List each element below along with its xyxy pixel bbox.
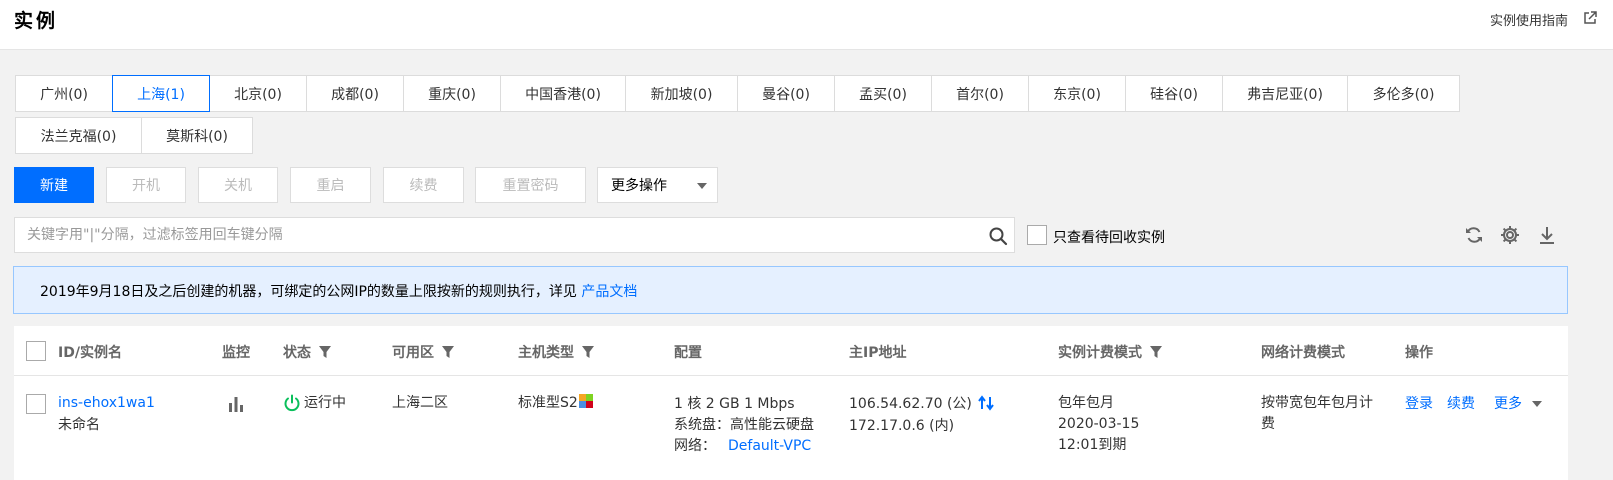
instance-name: 未命名 [58,417,100,433]
recycle-filter-label: 只查看待回收实例 [1053,230,1165,246]
col-zone: 可用区 [392,342,454,362]
col-id: ID/实例名 [58,345,122,361]
region-tab-seoul[interactable]: 首尔(0) [931,75,1029,112]
col-status: 状态 [283,342,331,362]
start-button[interactable]: 开机 [106,167,186,203]
public-ip-text: 106.54.62.70 (公) [849,396,972,412]
instance-table: ID/实例名 监控 状态 可用区 主机类型 配置 主IP地址 实例计费模式 网络… [14,326,1568,480]
config-spec: 1 核 2 GB 1 Mbps [674,396,795,412]
external-link-icon[interactable] [1583,11,1597,25]
monitor-chart-icon[interactable] [227,395,245,413]
recycle-filter-checkbox[interactable] [1027,225,1047,245]
region-tab-hongkong[interactable]: 中国香港(0) [500,75,626,112]
notice-banner: 2019年9月18日及之后创建的机器，可绑定的公网IP的数量上限按新的规则执行，… [13,266,1568,314]
region-tab-frankfurt[interactable]: 法兰克福(0) [15,117,142,154]
login-link[interactable]: 登录 [1405,394,1433,415]
region-tab-bangkok[interactable]: 曼谷(0) [737,75,835,112]
network-label: 网络： [674,438,716,454]
instance-type-badge-icon [578,394,593,408]
search-input[interactable] [15,218,975,252]
refresh-icon[interactable] [1463,224,1485,246]
search-box [14,217,1015,253]
select-all-checkbox[interactable] [26,341,46,361]
region-tab-toronto[interactable]: 多伦多(0) [1347,75,1460,112]
region-tab-beijing[interactable]: 北京(0) [209,75,307,112]
col-type-label: 主机类型 [518,345,574,361]
more-actions-label: 更多操作 [611,178,667,194]
config-disk: 系统盘：高性能云硬盘 [674,417,814,433]
col-ip: 主IP地址 [849,345,907,361]
shutdown-button[interactable]: 关机 [198,167,278,203]
restart-button[interactable]: 重启 [290,167,371,203]
col-status-label: 状态 [283,345,311,361]
region-tab-virginia[interactable]: 弗吉尼亚(0) [1222,75,1348,112]
more-chevron-down-icon[interactable] [1532,401,1542,407]
notice-message: 2019年9月18日及之后创建的机器，可绑定的公网IP的数量上限按新的规则执行，… [40,284,582,300]
public-ip: 106.54.62.70 (公) [849,394,995,415]
zone-text: 上海二区 [392,395,448,411]
notice-text: 2019年9月18日及之后创建的机器，可绑定的公网IP的数量上限按新的规则执行，… [40,281,637,301]
instance-type: 标准型S2 [518,393,593,414]
region-tab-singapore[interactable]: 新加坡(0) [625,75,738,112]
gear-icon[interactable] [1499,224,1521,246]
renew-link[interactable]: 续费 [1447,394,1475,415]
billing-date: 2020-03-15 [1058,416,1140,432]
instance-type-label: 标准型S2 [518,395,578,411]
filter-icon[interactable] [319,346,331,358]
billing-mode: 包年包月 [1058,395,1114,411]
col-zone-label: 可用区 [392,345,434,361]
instance-id-link[interactable]: ins-ehox1wa1 [58,393,155,414]
renew-button[interactable]: 续费 [383,167,464,203]
page-title: 实例 [14,10,59,32]
vpc-link[interactable]: Default-VPC [728,438,811,454]
col-billing-label: 实例计费模式 [1058,345,1142,361]
switch-ip-icon[interactable] [978,395,995,411]
guide-link[interactable]: 实例使用指南 [1490,10,1568,29]
product-doc-link[interactable]: 产品文档 [581,284,637,300]
region-tab-silicon-valley[interactable]: 硅谷(0) [1125,75,1223,112]
col-monitor: 监控 [222,345,250,361]
col-billing: 实例计费模式 [1058,342,1162,362]
col-network-billing: 网络计费模式 [1261,345,1345,361]
col-config: 配置 [674,345,702,361]
table-header: ID/实例名 监控 状态 可用区 主机类型 配置 主IP地址 实例计费模式 网络… [14,326,1568,376]
power-on-icon [284,394,300,412]
chevron-down-icon [697,183,707,189]
network-billing-line1: 按带宽包年包月计 [1261,395,1373,411]
status-text: 运行中 [304,395,346,411]
region-tab-guangzhou[interactable]: 广州(0) [15,75,113,112]
download-icon[interactable] [1536,224,1558,246]
region-tab-mumbai[interactable]: 孟买(0) [834,75,932,112]
network-billing-line2: 费 [1261,416,1275,432]
private-ip: 172.17.0.6 (内) [849,418,955,434]
col-actions: 操作 [1405,345,1433,361]
region-tab-chongqing[interactable]: 重庆(0) [403,75,501,112]
config-network: 网络： Default-VPC [674,436,811,457]
search-icon[interactable] [988,226,1008,246]
reset-password-button[interactable]: 重置密码 [475,167,586,203]
filter-icon[interactable] [582,346,594,358]
more-link[interactable]: 更多 [1494,394,1522,415]
billing-expire: 12:01到期 [1058,437,1127,453]
filter-icon[interactable] [1150,346,1162,358]
col-type: 主机类型 [518,342,594,362]
more-actions-dropdown[interactable]: 更多操作 [597,167,718,203]
region-tab-shanghai[interactable]: 上海(1) [112,75,210,112]
row-checkbox[interactable] [26,394,46,414]
region-tab-tokyo[interactable]: 东京(0) [1028,75,1126,112]
region-tab-moscow[interactable]: 莫斯科(0) [141,117,253,154]
filter-icon[interactable] [442,346,454,358]
page-header: 实例 实例使用指南 [0,0,1613,50]
region-tab-chengdu[interactable]: 成都(0) [306,75,404,112]
new-instance-button[interactable]: 新建 [14,167,94,203]
